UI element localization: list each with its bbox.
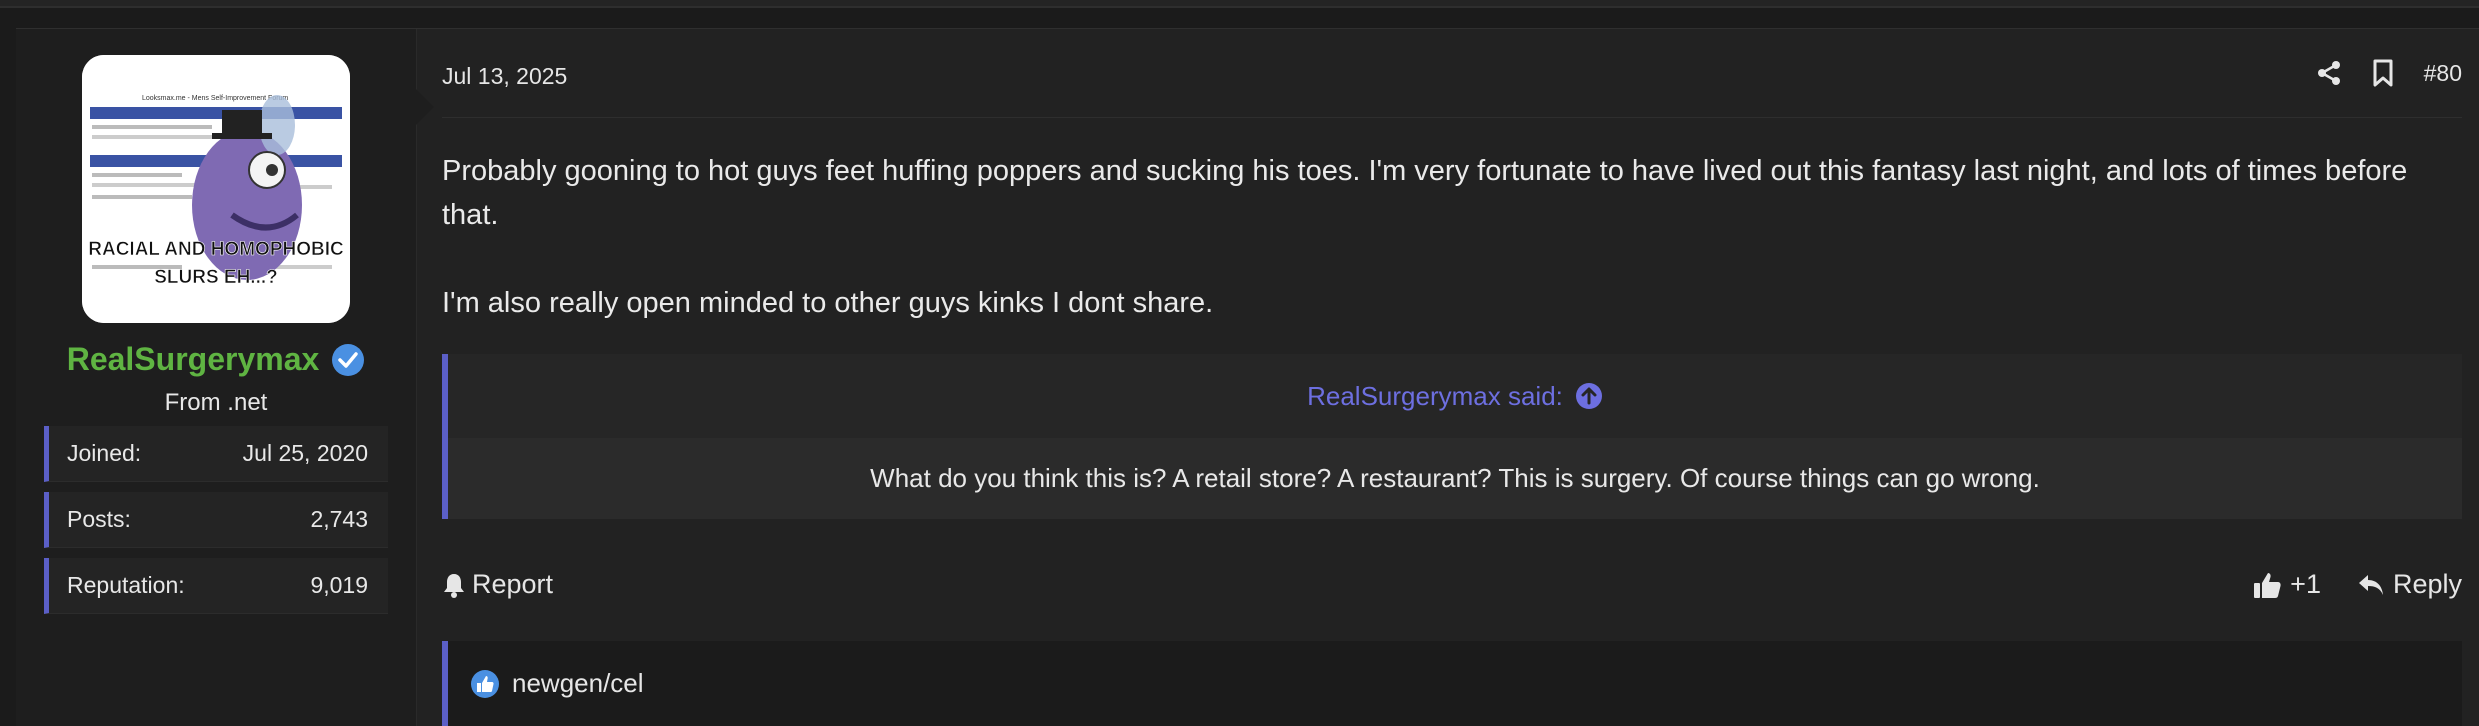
- thumbs-up-icon: [2254, 572, 2281, 598]
- stat-value: 9,019: [310, 572, 368, 598]
- share-button[interactable]: [2316, 60, 2342, 86]
- reaction-users-link[interactable]: newgen/cel: [512, 668, 644, 699]
- username-row: RealSurgerymax: [16, 341, 416, 378]
- reaction-controls: +1 Reply: [2252, 569, 2462, 600]
- stat-posts: Posts: 2,743: [44, 492, 388, 548]
- quote-content: What do you think this is? A retail stor…: [448, 438, 2462, 519]
- post-footer: Report +1 Reply: [442, 569, 2462, 609]
- post-actions: #80: [2316, 59, 2462, 87]
- post-date[interactable]: Jul 13, 2025: [442, 63, 567, 90]
- stat-label: Reputation:: [67, 572, 185, 598]
- avatar-caption-line2: SLURS EH...?: [154, 267, 278, 288]
- user-sidebar: Looksmax.me - Mens Self-Improvement Foru…: [16, 29, 434, 726]
- stat-label: Posts:: [67, 506, 131, 532]
- header-divider: [442, 117, 2462, 118]
- stat-value: 2,743: [310, 506, 368, 532]
- user-title: From .net: [164, 389, 268, 416]
- top-divider: [0, 0, 2479, 8]
- avatar-caption-line1: RACIAL AND HOMOPHOBIC: [88, 239, 344, 260]
- share-icon: [2317, 61, 2340, 85]
- blockquote: RealSurgerymax said: What do you think t…: [442, 354, 2462, 519]
- username-link[interactable]: RealSurgerymax: [67, 341, 320, 378]
- verified-icon: [332, 343, 365, 376]
- like-button[interactable]: +1: [2252, 569, 2321, 600]
- bookmark-icon: [2373, 59, 2393, 87]
- stat-joined: Joined: Jul 25, 2020: [44, 426, 388, 482]
- post-body: Probably gooning to hot guys feet huffin…: [442, 149, 2442, 325]
- reaction-count: +1: [2290, 569, 2321, 599]
- like-badge-icon: [471, 669, 499, 698]
- reply-label: Reply: [2392, 569, 2462, 599]
- avatar[interactable]: Looksmax.me - Mens Self-Improvement Foru…: [82, 55, 350, 323]
- stat-value: Jul 25, 2020: [242, 440, 368, 466]
- report-button[interactable]: Report: [442, 569, 553, 600]
- arrow-up-circle-icon[interactable]: [1575, 382, 1603, 410]
- reply-icon: [2358, 574, 2383, 595]
- forum-post: Looksmax.me - Mens Self-Improvement Foru…: [16, 28, 2479, 726]
- reactions-bar[interactable]: newgen/cel: [442, 641, 2462, 726]
- quote-text: What do you think this is? A retail stor…: [870, 463, 2040, 493]
- stat-reputation: Reputation: 9,019: [44, 558, 388, 614]
- quote-author[interactable]: RealSurgerymax said:: [1307, 381, 1563, 412]
- quote-attribution[interactable]: RealSurgerymax said:: [448, 354, 2462, 438]
- post-number-link[interactable]: #80: [2424, 60, 2462, 87]
- post-paragraph: Probably gooning to hot guys feet huffin…: [442, 155, 2408, 231]
- bookmark-button[interactable]: [2372, 59, 2394, 87]
- avatar-image: Looksmax.me - Mens Self-Improvement Foru…: [82, 55, 350, 323]
- reply-button[interactable]: Reply: [2357, 569, 2462, 600]
- report-label: Report: [472, 569, 554, 599]
- bell-icon: [444, 573, 464, 598]
- post-paragraph: I'm also really open minded to other guy…: [442, 287, 1214, 319]
- stat-label: Joined:: [67, 440, 142, 466]
